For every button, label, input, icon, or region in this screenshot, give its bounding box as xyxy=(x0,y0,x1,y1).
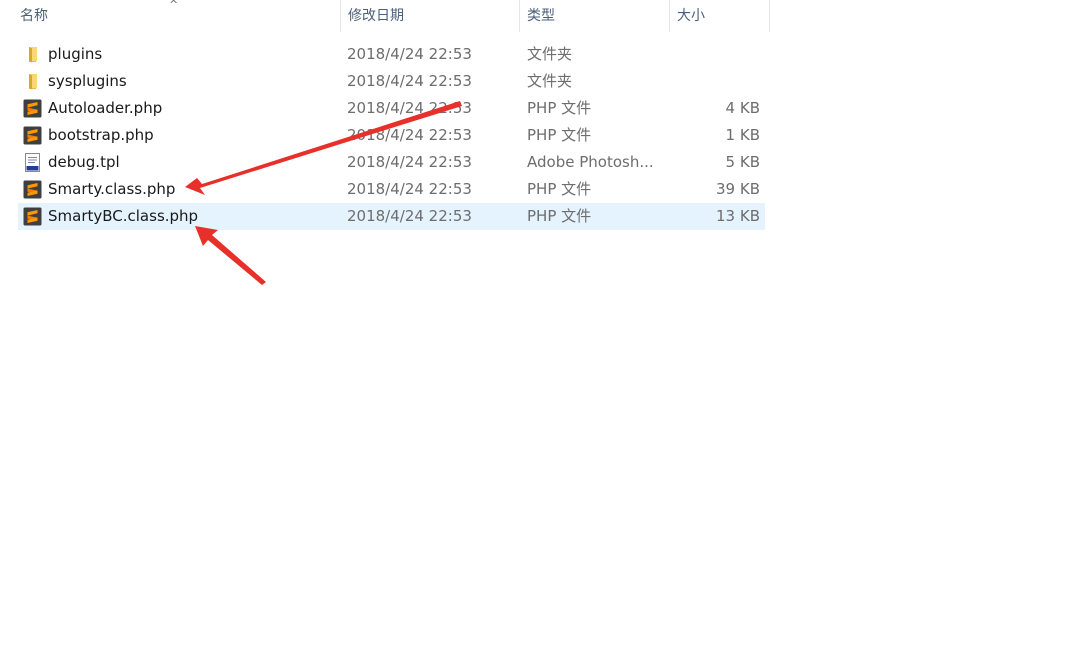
file-type: PHP 文件 xyxy=(527,126,592,144)
folder-icon xyxy=(23,45,42,64)
sort-ascending-icon: ^ xyxy=(169,0,179,11)
file-row[interactable]: SmartyBC.class.php 2018/4/24 22:53 PHP 文件 1… xyxy=(18,203,765,230)
column-header-size[interactable]: 大小 xyxy=(669,0,769,32)
file-type: 文件夹 xyxy=(527,72,573,90)
file-modified-date: 2018/4/24 22:53 xyxy=(347,180,472,198)
file-modified-date: 2018/4/24 22:53 xyxy=(347,45,472,63)
file-size: 39 KB xyxy=(716,180,760,198)
file-type: Adobe Photosh... xyxy=(527,153,654,171)
file-size: 4 KB xyxy=(725,99,760,117)
column-divider[interactable] xyxy=(769,0,770,32)
sublime-php-icon xyxy=(23,126,42,145)
file-name: Autoloader.php xyxy=(48,99,163,117)
file-type: PHP 文件 xyxy=(527,180,592,198)
column-header-bar: 名称 ^ 修改日期 类型 大小 xyxy=(0,0,770,32)
file-name: debug.tpl xyxy=(48,153,120,171)
file-modified-date: 2018/4/24 22:53 xyxy=(347,99,472,117)
annotation-arrow-to-smartybc xyxy=(195,226,266,285)
file-type: PHP 文件 xyxy=(527,207,592,225)
column-header-name-label: 名称 xyxy=(20,8,48,24)
column-header-size-label: 大小 xyxy=(677,8,705,24)
column-header-modified-label: 修改日期 xyxy=(348,8,404,24)
file-type: PHP 文件 xyxy=(527,99,592,117)
file-modified-date: 2018/4/24 22:53 xyxy=(347,207,472,225)
file-row[interactable]: Autoloader.php 2018/4/24 22:53 PHP 文件 4 KB xyxy=(18,95,765,122)
sublime-php-icon xyxy=(23,99,42,118)
column-header-modified[interactable]: 修改日期 xyxy=(340,0,520,32)
file-row[interactable]: bootstrap.php 2018/4/24 22:53 PHP 文件 1 KB xyxy=(18,122,765,149)
file-modified-date: 2018/4/24 22:53 xyxy=(347,126,472,144)
file-type: 文件夹 xyxy=(527,45,573,63)
file-list: plugins 2018/4/24 22:53 文件夹 sysplugins 2018/… xyxy=(18,41,765,230)
file-name: bootstrap.php xyxy=(48,126,154,144)
file-name: SmartyBC.class.php xyxy=(48,207,199,225)
file-row[interactable]: plugins 2018/4/24 22:53 文件夹 xyxy=(18,41,765,68)
column-header-type-label: 类型 xyxy=(527,8,555,24)
file-modified-date: 2018/4/24 22:53 xyxy=(347,153,472,171)
file-size: 13 KB xyxy=(716,207,760,225)
file-name: Smarty.class.php xyxy=(48,180,176,198)
sublime-php-icon xyxy=(23,180,42,199)
file-size: 1 KB xyxy=(725,126,760,144)
column-header-type[interactable]: 类型 xyxy=(519,0,669,32)
template-file-icon xyxy=(23,153,42,172)
file-name: sysplugins xyxy=(48,72,127,90)
file-row[interactable]: sysplugins 2018/4/24 22:53 文件夹 xyxy=(18,68,765,95)
file-size: 5 KB xyxy=(725,153,760,171)
file-modified-date: 2018/4/24 22:53 xyxy=(347,72,472,90)
file-name: plugins xyxy=(48,45,103,63)
file-row[interactable]: Smarty.class.php 2018/4/24 22:53 PHP 文件 39 … xyxy=(18,176,765,203)
file-explorer-window: 名称 ^ 修改日期 类型 大小 plugins 2018/4/24 22:53 文件… xyxy=(0,0,1069,653)
file-row[interactable]: debug.tpl 2018/4/24 22:53 Adobe Photosh...… xyxy=(18,149,765,176)
folder-icon xyxy=(23,72,42,91)
sublime-php-icon xyxy=(23,207,42,226)
